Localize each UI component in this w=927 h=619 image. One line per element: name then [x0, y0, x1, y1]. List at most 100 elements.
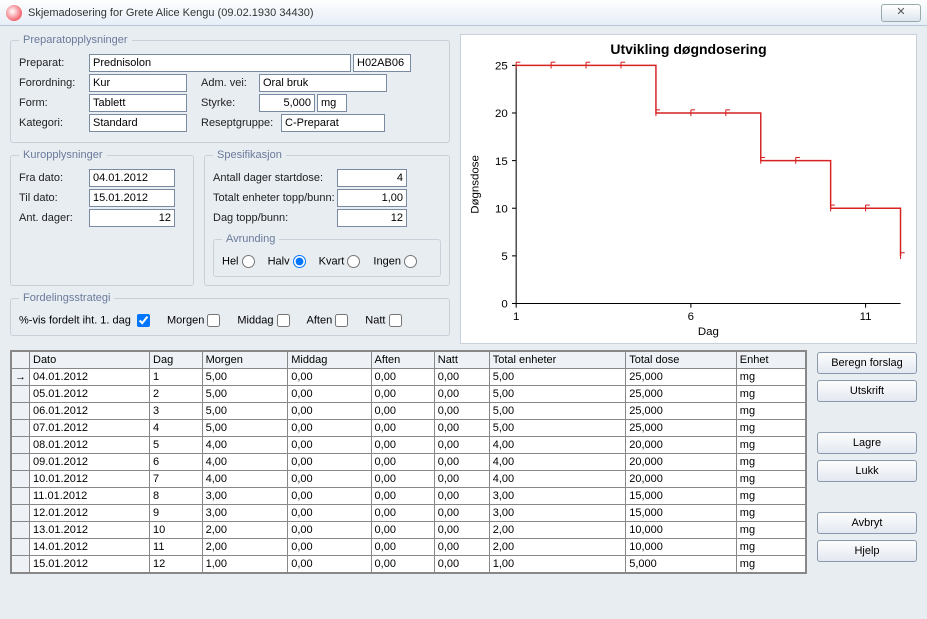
cell[interactable]: 0,00: [288, 539, 371, 556]
cell[interactable]: 4,00: [489, 471, 626, 488]
table-row[interactable]: 09.01.201264,000,000,000,004,0020,000mg: [12, 454, 806, 471]
cell[interactable]: 14.01.2012: [30, 539, 150, 556]
cell[interactable]: 15.01.2012: [30, 556, 150, 573]
cell[interactable]: 0,00: [288, 437, 371, 454]
cell[interactable]: 15,000: [626, 505, 737, 522]
cell[interactable]: 12.01.2012: [30, 505, 150, 522]
pct-fordelt-check[interactable]: %-vis fordelt iht. 1. dag: [19, 314, 153, 327]
cell[interactable]: 5,000: [626, 556, 737, 573]
cell[interactable]: 3: [150, 403, 203, 420]
cell[interactable]: 10.01.2012: [30, 471, 150, 488]
table-row[interactable]: 13.01.2012102,000,000,000,002,0010,000mg: [12, 522, 806, 539]
cell[interactable]: 0,00: [288, 522, 371, 539]
cell[interactable]: 07.01.2012: [30, 420, 150, 437]
cell[interactable]: 0,00: [434, 522, 489, 539]
cell[interactable]: mg: [736, 420, 805, 437]
cell[interactable]: 0,00: [434, 437, 489, 454]
cell[interactable]: 3,00: [202, 488, 288, 505]
cell[interactable]: 5,00: [202, 420, 288, 437]
cell[interactable]: 0,00: [434, 403, 489, 420]
cell[interactable]: 5,00: [489, 403, 626, 420]
table-row[interactable]: 15.01.2012121,000,000,000,001,005,000mg: [12, 556, 806, 573]
cell[interactable]: 25,000: [626, 369, 737, 386]
cell[interactable]: 25,000: [626, 420, 737, 437]
col-header[interactable]: Aften: [371, 352, 434, 369]
cell[interactable]: 5,00: [202, 403, 288, 420]
cell[interactable]: 1,00: [202, 556, 288, 573]
dag-toppbunn-field[interactable]: 12: [337, 209, 407, 227]
preparat-field[interactable]: Prednisolon: [89, 54, 351, 72]
cell[interactable]: 7: [150, 471, 203, 488]
cell[interactable]: 4: [150, 420, 203, 437]
cell[interactable]: 0,00: [371, 437, 434, 454]
cell[interactable]: 0,00: [288, 369, 371, 386]
forordning-field[interactable]: Kur: [89, 74, 187, 92]
cell[interactable]: 20,000: [626, 437, 737, 454]
cell[interactable]: 0,00: [288, 454, 371, 471]
cell[interactable]: mg: [736, 505, 805, 522]
table-row[interactable]: 07.01.201245,000,000,000,005,0025,000mg: [12, 420, 806, 437]
cell[interactable]: 3,00: [202, 505, 288, 522]
cell[interactable]: mg: [736, 556, 805, 573]
cell[interactable]: 11: [150, 539, 203, 556]
cell[interactable]: 09.01.2012: [30, 454, 150, 471]
cell[interactable]: mg: [736, 386, 805, 403]
cell[interactable]: 1,00: [489, 556, 626, 573]
cell[interactable]: 2,00: [489, 522, 626, 539]
antall-dager-field[interactable]: 4: [337, 169, 407, 187]
atc-field[interactable]: H02AB06: [353, 54, 411, 72]
cell[interactable]: 0,00: [371, 454, 434, 471]
cell[interactable]: 25,000: [626, 403, 737, 420]
avrunding-ingen[interactable]: Ingen: [373, 255, 420, 268]
cell[interactable]: 5,00: [202, 386, 288, 403]
morgen-check[interactable]: Morgen: [167, 314, 223, 327]
beregn-forslag-button[interactable]: Beregn forslag: [817, 352, 917, 374]
cell[interactable]: 0,00: [434, 369, 489, 386]
cell[interactable]: mg: [736, 437, 805, 454]
form-field[interactable]: Tablett: [89, 94, 187, 112]
cell[interactable]: 1: [150, 369, 203, 386]
cell[interactable]: 0,00: [371, 539, 434, 556]
cell[interactable]: 15,000: [626, 488, 737, 505]
cell[interactable]: 0,00: [434, 454, 489, 471]
col-header[interactable]: Total enheter: [489, 352, 626, 369]
cell[interactable]: 2,00: [202, 522, 288, 539]
table-row[interactable]: 12.01.201293,000,000,000,003,0015,000mg: [12, 505, 806, 522]
cell[interactable]: 0,00: [288, 556, 371, 573]
cell[interactable]: 2,00: [202, 539, 288, 556]
cell[interactable]: mg: [736, 454, 805, 471]
cell[interactable]: 5,00: [489, 386, 626, 403]
cell[interactable]: 12: [150, 556, 203, 573]
cell[interactable]: 04.01.2012: [30, 369, 150, 386]
cell[interactable]: 2,00: [489, 539, 626, 556]
dosering-grid[interactable]: DatoDagMorgenMiddagAftenNattTotal enhete…: [10, 350, 807, 574]
cell[interactable]: 4,00: [489, 437, 626, 454]
col-header[interactable]: Morgen: [202, 352, 288, 369]
cell[interactable]: 3,00: [489, 488, 626, 505]
cell[interactable]: 0,00: [434, 505, 489, 522]
cell[interactable]: 10: [150, 522, 203, 539]
table-row[interactable]: 06.01.201235,000,000,000,005,0025,000mg: [12, 403, 806, 420]
cell[interactable]: 20,000: [626, 454, 737, 471]
cell[interactable]: 4,00: [489, 454, 626, 471]
cell[interactable]: 08.01.2012: [30, 437, 150, 454]
cell[interactable]: 0,00: [288, 403, 371, 420]
cell[interactable]: 0,00: [288, 420, 371, 437]
cell[interactable]: 4,00: [202, 437, 288, 454]
cell[interactable]: 0,00: [434, 471, 489, 488]
cell[interactable]: 0,00: [288, 471, 371, 488]
avrunding-hel[interactable]: Hel: [222, 255, 258, 268]
cell[interactable]: 6: [150, 454, 203, 471]
cell[interactable]: 0,00: [434, 420, 489, 437]
lukk-button[interactable]: Lukk: [817, 460, 917, 482]
cell[interactable]: 0,00: [434, 488, 489, 505]
cell[interactable]: 0,00: [371, 403, 434, 420]
hjelp-button[interactable]: Hjelp: [817, 540, 917, 562]
cell[interactable]: 13.01.2012: [30, 522, 150, 539]
cell[interactable]: 0,00: [434, 556, 489, 573]
avrunding-kvart[interactable]: Kvart: [319, 255, 364, 268]
cell[interactable]: 0,00: [288, 505, 371, 522]
col-header[interactable]: Middag: [288, 352, 371, 369]
cell[interactable]: mg: [736, 488, 805, 505]
cell[interactable]: 06.01.2012: [30, 403, 150, 420]
